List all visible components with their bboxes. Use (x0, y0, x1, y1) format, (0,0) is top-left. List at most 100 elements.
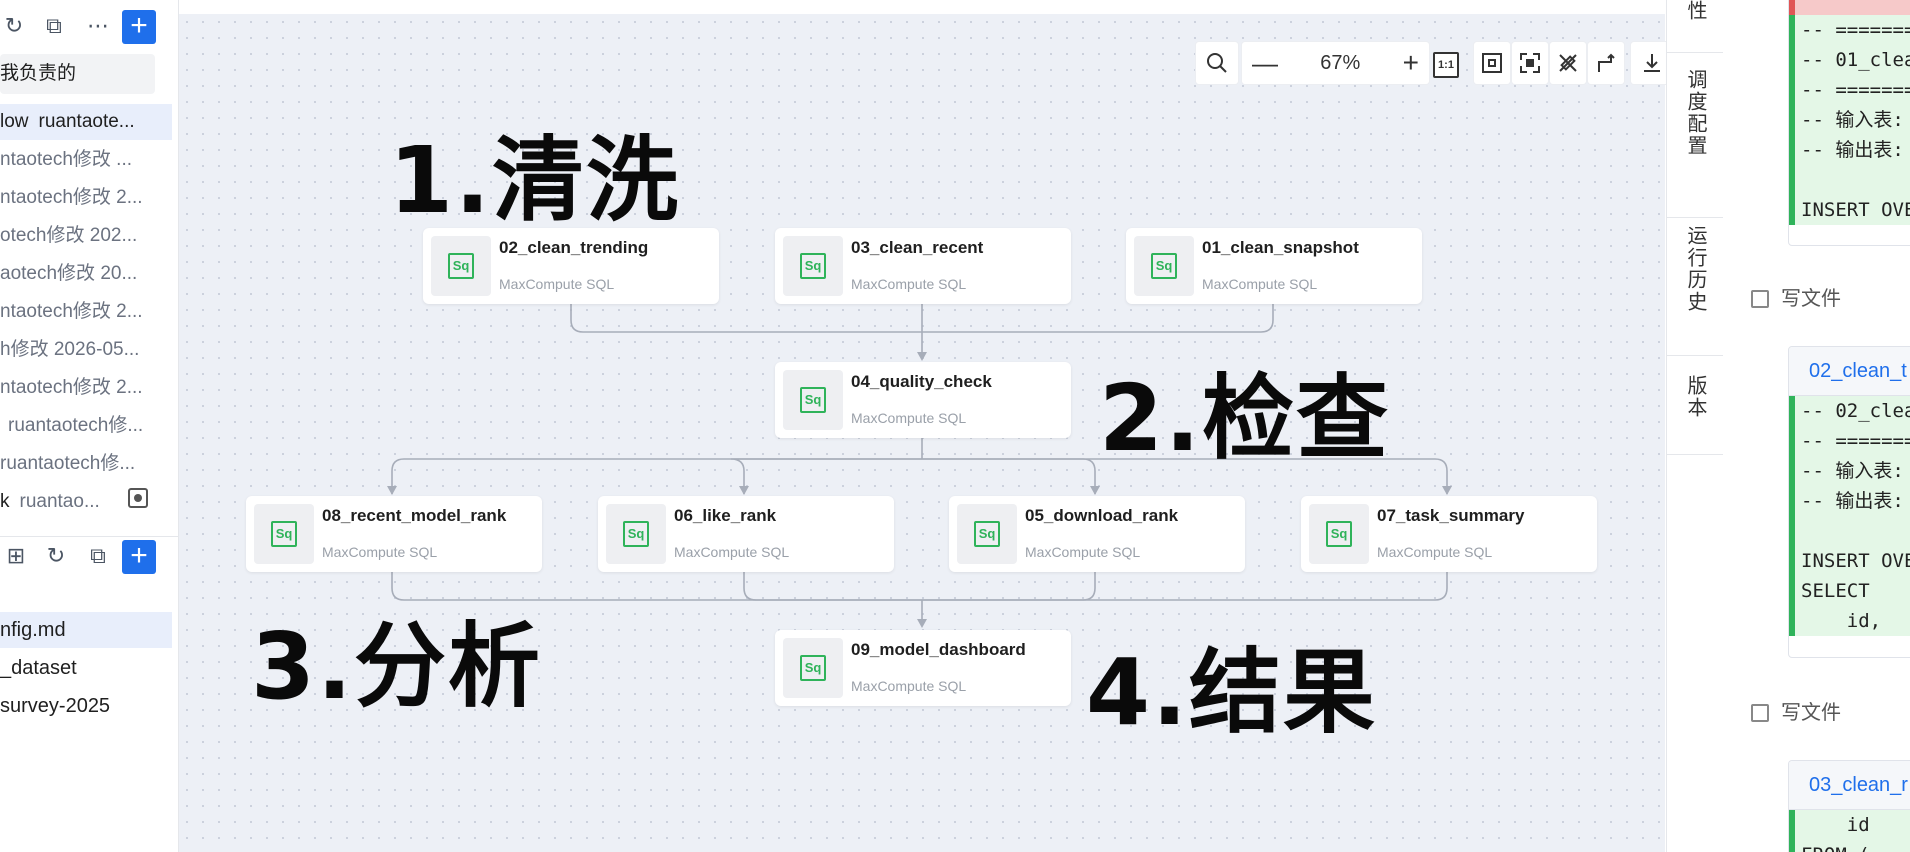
code-body: id FROM ( (1789, 810, 1910, 852)
tree-item[interactable]: ntaotech修改 ... (0, 142, 172, 178)
code-diff-panel: -- =========== -- 01_clea -- ===========… (1723, 0, 1910, 852)
code-line: FROM ( (1795, 840, 1910, 852)
node-04-quality-check[interactable]: Sq 04_quality_check MaxCompute SQL (775, 362, 1071, 438)
tree-item-name: k (0, 491, 10, 512)
code-line: -- 输出表: (1801, 139, 1904, 161)
node-01-clean-snapshot[interactable]: Sq 01_clean_snapshot MaxCompute SQL (1126, 228, 1422, 304)
node-title: 07_task_summary (1377, 506, 1525, 525)
tree-item[interactable]: aotech修改 20... (0, 256, 172, 292)
code-block-02: 02_clean_t -- 02_clea -- =========== -- … (1788, 346, 1910, 658)
refresh-icon[interactable]: ↻ (0, 12, 28, 40)
node-type: MaxCompute SQL (851, 410, 967, 426)
tab-label: 版本 (1684, 375, 1706, 419)
stage-label-clean: 1.清洗 (389, 127, 680, 234)
file-name: _dataset (0, 657, 77, 679)
node-type: MaxCompute SQL (674, 544, 790, 560)
code-line: -- =========== (1801, 19, 1910, 41)
tab-label: 运行历史 (1684, 225, 1706, 313)
sql-node-icon: Sq (431, 236, 491, 296)
tab-version[interactable]: 版本 (1667, 357, 1723, 455)
tree-item-meta: ntaotech修改 2... (0, 377, 143, 398)
code-block-header[interactable]: 02_clean_t (1789, 347, 1910, 396)
left-sidebar: ↻ ⧉ ⋯ + 我负责的 low ruantaote... ntaotech修改 … (0, 0, 179, 852)
node-05-download-rank[interactable]: Sq 05_download_rank MaxCompute SQL (949, 496, 1245, 572)
tree-item-workflow[interactable]: low ruantaote... (0, 104, 172, 140)
write-file-icon (1751, 290, 1769, 308)
sql-node-icon: Sq (254, 504, 314, 564)
file-item[interactable]: nfig.md (0, 612, 172, 648)
collapse-icon[interactable]: ⧉ (84, 542, 112, 570)
more-icon[interactable]: ⋯ (84, 12, 112, 40)
node-06-like-rank[interactable]: Sq 06_like_rank MaxCompute SQL (598, 496, 894, 572)
diff-removed-line (1789, 0, 1910, 15)
tree-item-meta: aotech修改 20... (0, 263, 138, 284)
workflow-canvas[interactable]: — 67% + 1:1 Sq 02_clean_trending MaxComp… (179, 14, 1721, 852)
node-07-task-summary[interactable]: Sq 07_task_summary MaxCompute SQL (1301, 496, 1597, 572)
add-button[interactable]: + (122, 10, 156, 44)
collapse-icon[interactable]: ⧉ (40, 12, 68, 40)
new-folder-icon[interactable]: ⊞ (2, 542, 30, 570)
node-title: 02_clean_trending (499, 238, 649, 257)
node-02-clean-trending[interactable]: Sq 02_clean_trending MaxCompute SQL (423, 228, 719, 304)
code-block-header[interactable]: 03_clean_r (1789, 761, 1910, 810)
node-09-model-dashboard[interactable]: Sq 09_model_dashboard MaxCompute SQL (775, 630, 1071, 706)
node-title: 01_clean_snapshot (1202, 238, 1359, 257)
tree-item-meta: otech修改 202... (0, 225, 138, 246)
sql-node-icon: Sq (1309, 504, 1369, 564)
file-item[interactable]: _dataset (0, 650, 172, 686)
add-file-button[interactable]: + (122, 540, 156, 574)
node-type: MaxCompute SQL (322, 544, 438, 560)
tree-item-meta: ntaotech修改 2... (0, 187, 143, 208)
refresh-icon[interactable]: ↻ (42, 542, 70, 570)
tree-item[interactable]: h修改 2026-05... (0, 332, 172, 368)
stage-label-check: 2.检查 (1099, 365, 1390, 472)
code-line: -- 01_clea (1801, 49, 1910, 71)
tree-item-meta: h修改 2026-05... (0, 339, 140, 360)
tree-item-meta: ntaotech修改 ... (0, 149, 133, 170)
code-line: INSERT OVE (1801, 199, 1910, 221)
sql-node-icon: Sq (783, 638, 843, 698)
target-icon[interactable] (128, 488, 148, 508)
tree-item[interactable]: ntaotech修改 2... (0, 180, 172, 216)
sql-node-icon: Sq (1134, 236, 1194, 296)
tree-item[interactable]: ntaotech修改 2... (0, 370, 172, 406)
code-line: -- 02_clea (1801, 400, 1910, 422)
filter-my-owned[interactable]: 我负责的 (0, 54, 155, 94)
sql-node-icon: Sq (606, 504, 666, 564)
tab-label: 调度配置 (1684, 69, 1706, 157)
node-type: MaxCompute SQL (1377, 544, 1493, 560)
node-type: MaxCompute SQL (851, 276, 967, 292)
file-item[interactable]: survey-2025 (0, 688, 172, 724)
sql-node-icon: Sq (783, 370, 843, 430)
code-body: -- 02_clea -- =========== -- 输入表: -- 输出表… (1789, 396, 1910, 636)
tab-label: 性 (1684, 0, 1706, 22)
tab-schedule-config[interactable]: 调度配置 (1667, 53, 1723, 218)
code-block-03: 03_clean_r id FROM ( (1788, 760, 1910, 852)
code-body: -- =========== -- 01_clea -- ===========… (1789, 15, 1910, 225)
code-line: id (1801, 814, 1870, 836)
code-line: -- =========== (1801, 79, 1910, 101)
write-file-step[interactable]: 写文件 (1751, 696, 1841, 725)
tree-item-name: low (0, 111, 29, 132)
write-file-step[interactable]: 写文件 (1751, 282, 1841, 311)
tab-run-history[interactable]: 运行历史 (1667, 219, 1723, 356)
file-name: survey-2025 (0, 695, 111, 717)
tree-item[interactable]: ruantaotech修... (0, 446, 172, 482)
code-line: -- 输出表: (1801, 490, 1904, 512)
divider (0, 536, 178, 537)
node-title: 08_recent_model_rank (322, 506, 507, 525)
node-title: 03_clean_recent (851, 238, 984, 257)
tree-item-meta: ruantao... (19, 491, 100, 512)
code-line: -- 输入表: (1801, 460, 1904, 482)
code-line: id, (1801, 610, 1882, 632)
node-03-clean-recent[interactable]: Sq 03_clean_recent MaxCompute SQL (775, 228, 1071, 304)
canvas-top-bar (179, 0, 1665, 15)
tree-item-meta: ruantaote... (38, 111, 135, 132)
tree-item[interactable]: otech修改 202... (0, 218, 172, 254)
tree-item[interactable]: ruantaotech修... (0, 408, 172, 444)
node-08-recent-model-rank[interactable]: Sq 08_recent_model_rank MaxCompute SQL (246, 496, 542, 572)
tree-item[interactable]: ntaotech修改 2... (0, 294, 172, 330)
tab-properties[interactable]: 性 (1667, 0, 1723, 53)
